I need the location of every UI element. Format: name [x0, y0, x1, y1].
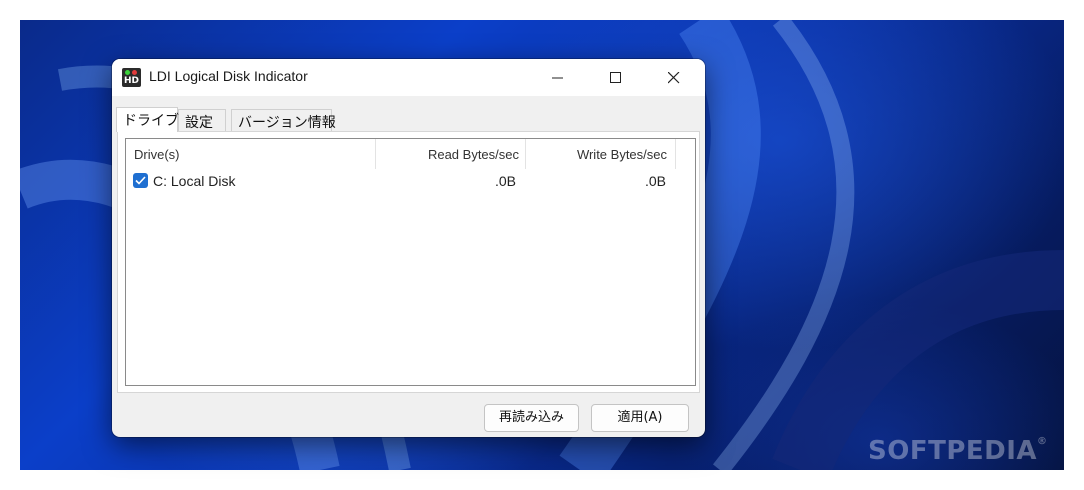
column-header-read-bytes[interactable]: Read Bytes/sec [376, 139, 526, 169]
tab-drives[interactable]: ドライブ [116, 107, 179, 132]
maximize-icon [610, 72, 621, 83]
minimize-button[interactable] [535, 59, 581, 96]
close-button[interactable] [651, 59, 697, 96]
minimize-icon [552, 77, 563, 79]
table-row[interactable]: C: Local Disk .0B .0B [126, 171, 695, 193]
checkmark-icon [135, 176, 146, 185]
reload-button[interactable]: 再読み込み [484, 404, 579, 432]
tab-settings[interactable]: 設定 [178, 109, 226, 131]
close-icon [668, 72, 680, 84]
drive-name: C: Local Disk [153, 173, 236, 189]
softpedia-watermark: SOFTPEDIA® [868, 436, 1048, 466]
list-header: Drive(s) Read Bytes/sec Write Bytes/sec [126, 139, 695, 169]
app-window: HD LDI Logical Disk Indicator ドライブ 設定 バー… [112, 59, 705, 437]
column-header-write-bytes[interactable]: Write Bytes/sec [526, 139, 676, 169]
maximize-button[interactable] [593, 59, 639, 96]
tab-version-info[interactable]: バージョン情報 [231, 109, 336, 131]
read-bytes-value: .0B [494, 173, 516, 189]
hard-disk-app-icon: HD [122, 68, 141, 87]
drive-list[interactable]: Drive(s) Read Bytes/sec Write Bytes/sec … [125, 138, 696, 386]
drives-tab-panel: Drive(s) Read Bytes/sec Write Bytes/sec … [117, 131, 700, 393]
column-header-drives[interactable]: Drive(s) [126, 139, 376, 169]
title-bar[interactable]: HD LDI Logical Disk Indicator [112, 59, 705, 96]
apply-button[interactable]: 適用(A) [591, 404, 689, 432]
drive-checkbox[interactable] [133, 173, 148, 188]
write-bytes-value: .0B [644, 173, 666, 189]
window-title: LDI Logical Disk Indicator [149, 68, 308, 84]
